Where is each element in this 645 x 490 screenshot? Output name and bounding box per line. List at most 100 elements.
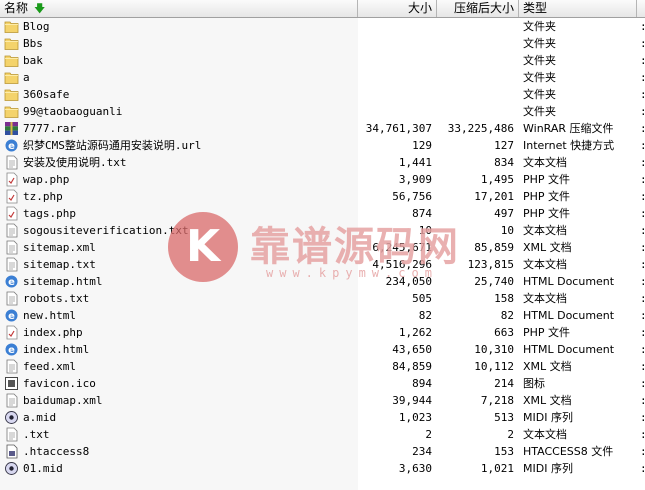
file-name-cell[interactable]: Blog xyxy=(2,18,358,35)
file-size: 3,909 xyxy=(398,173,432,186)
file-compressed-size: 82 xyxy=(500,309,514,322)
file-compressed-size: 2 xyxy=(507,428,514,441)
file-row[interactable]: feed.xml 84,859 10,112 XML 文档: xyxy=(0,358,645,375)
midi-icon xyxy=(4,410,19,425)
ie-icon: e xyxy=(4,274,19,289)
file-size xyxy=(358,103,432,120)
file-name-cell[interactable]: e sitemap.html xyxy=(2,273,358,290)
file-row[interactable]: 01.mid 3,630 1,021 MIDI 序列: xyxy=(0,460,645,477)
file-row[interactable]: 7777.rar 34,761,307 33,225,486 WinRAR 压缩文件: xyxy=(0,120,645,137)
file-name-cell[interactable]: wap.php xyxy=(2,171,358,188)
overflow-column-edge: : xyxy=(640,273,645,290)
file-row[interactable]: tags.php 874 497 PHP 文件: xyxy=(0,205,645,222)
file-row[interactable]: index.php 1,262 663 PHP 文件: xyxy=(0,324,645,341)
file-name-cell[interactable]: 360safe xyxy=(2,86,358,103)
file-name-cell[interactable]: Bbs xyxy=(2,35,358,52)
file-size: 3,630 xyxy=(398,462,432,475)
file-row[interactable]: wap.php 3,909 1,495 PHP 文件: xyxy=(0,171,645,188)
file-size: 43,650 xyxy=(392,343,432,356)
file-row[interactable]: e index.html 43,650 10,310 HTML Document: xyxy=(0,341,645,358)
midi-icon xyxy=(4,461,19,476)
overflow-column-edge: : xyxy=(640,460,645,477)
file-type: HTML Document xyxy=(523,309,615,322)
file-name-cell[interactable]: .txt xyxy=(2,426,358,443)
sort-down-arrow-icon: 🡇 xyxy=(34,2,46,15)
file-compressed-size: 127 xyxy=(494,139,514,152)
file-name-cell[interactable]: favicon.ico xyxy=(2,375,358,392)
column-header-size[interactable]: 大小 xyxy=(358,0,437,17)
ico-icon xyxy=(4,376,19,391)
file-name-cell[interactable]: index.php xyxy=(2,324,358,341)
file-name-cell[interactable]: sitemap.txt xyxy=(2,256,358,273)
file-name-cell[interactable]: sogousiteverification.txt xyxy=(2,222,358,239)
php-icon xyxy=(4,172,19,187)
file-name-cell[interactable]: 01.mid xyxy=(2,460,358,477)
file-name-cell[interactable]: robots.txt xyxy=(2,290,358,307)
file-row[interactable]: tz.php 56,756 17,201 PHP 文件: xyxy=(0,188,645,205)
text-icon xyxy=(4,155,19,170)
file-row[interactable]: sogousiteverification.txt 10 10 文本文档: xyxy=(0,222,645,239)
file-compressed-size xyxy=(437,103,514,120)
file-size: 2 xyxy=(425,428,432,441)
svg-text:e: e xyxy=(8,345,15,356)
file-name-cell[interactable]: tz.php xyxy=(2,188,358,205)
file-type: 图标 xyxy=(523,377,545,390)
overflow-column-edge: : xyxy=(640,188,645,205)
file-name-cell[interactable]: a.mid xyxy=(2,409,358,426)
file-name-cell[interactable]: e new.html xyxy=(2,307,358,324)
file-name: 99@taobaoguanli xyxy=(23,105,123,118)
file-name-cell[interactable]: a xyxy=(2,69,358,86)
folder-icon xyxy=(4,19,19,34)
file-name-cell[interactable]: e 织梦CMS整站源码通用安装说明.url xyxy=(2,137,358,154)
rar-icon xyxy=(4,121,19,136)
file-name-cell[interactable]: 99@taobaoguanli xyxy=(2,103,358,120)
file-row[interactable]: 360safe 文件夹: xyxy=(0,86,645,103)
file-name-cell[interactable]: 安装及使用说明.txt xyxy=(2,154,358,171)
column-header-overflow xyxy=(637,0,645,17)
overflow-column-edge: : xyxy=(640,443,645,460)
file-name-cell[interactable]: baidumap.xml xyxy=(2,392,358,409)
file-row[interactable]: 99@taobaoguanli 文件夹: xyxy=(0,103,645,120)
file-row[interactable]: Blog 文件夹: xyxy=(0,18,645,35)
file-size: 34,761,307 xyxy=(365,122,432,135)
column-header-type[interactable]: 类型 xyxy=(519,0,637,17)
file-name-cell[interactable]: feed.xml xyxy=(2,358,358,375)
file-name-cell[interactable]: sitemap.xml xyxy=(2,239,358,256)
column-header-compressed[interactable]: 压缩后大小 xyxy=(437,0,519,17)
file-row[interactable]: favicon.ico 894 214 图标: xyxy=(0,375,645,392)
file-size: 82 xyxy=(418,309,432,322)
file-name-cell[interactable]: e index.html xyxy=(2,341,358,358)
file-row[interactable]: e 织梦CMS整站源码通用安装说明.url 129 127 Internet 快捷方式: xyxy=(0,137,645,154)
column-header-name[interactable]: 名称 🡇 xyxy=(0,0,358,17)
file-name-cell[interactable]: tags.php xyxy=(2,205,358,222)
file-name-cell[interactable]: bak xyxy=(2,52,358,69)
file-name-cell[interactable]: 7777.rar xyxy=(2,120,358,137)
file-type: PHP 文件 xyxy=(523,207,571,220)
file-row[interactable]: 安装及使用说明.txt 1,441 834 文本文档: xyxy=(0,154,645,171)
file-row[interactable]: e sitemap.html 234,050 25,740 HTML Document: xyxy=(0,273,645,290)
overflow-column-edge: : xyxy=(640,409,645,426)
file-row[interactable]: baidumap.xml 39,944 7,218 XML 文档: xyxy=(0,392,645,409)
file-row[interactable]: bak 文件夹: xyxy=(0,52,645,69)
file-row[interactable]: sitemap.txt 4,516,296 123,815 文本文档: xyxy=(0,256,645,273)
file-type: 文本文档 xyxy=(523,292,567,305)
overflow-column-edge: : xyxy=(640,426,645,443)
file-name: 01.mid xyxy=(23,462,63,475)
file-row[interactable]: e new.html 82 82 HTML Document: xyxy=(0,307,645,324)
file-size xyxy=(358,35,432,52)
file-name-cell[interactable]: .htaccess8 xyxy=(2,443,358,460)
text-icon xyxy=(4,257,19,272)
file-row[interactable]: .htaccess8 234 153 HTACCESS8 文件: xyxy=(0,443,645,460)
file-row[interactable]: sitemap.xml 6,245,671 85,859 XML 文档: xyxy=(0,239,645,256)
file-row[interactable]: a.mid 1,023 513 MIDI 序列: xyxy=(0,409,645,426)
file-row[interactable]: a 文件夹: xyxy=(0,69,645,86)
file-compressed-size xyxy=(437,86,514,103)
file-name: bak xyxy=(23,54,43,67)
overflow-column-edge: : xyxy=(640,358,645,375)
file-row[interactable]: robots.txt 505 158 文本文档: xyxy=(0,290,645,307)
file-row[interactable]: .txt 2 2 文本文档: xyxy=(0,426,645,443)
file-row[interactable]: Bbs 文件夹: xyxy=(0,35,645,52)
overflow-column-edge: : xyxy=(640,154,645,171)
file-compressed-size: 10,310 xyxy=(474,343,514,356)
file-compressed-size: 33,225,486 xyxy=(447,122,514,135)
